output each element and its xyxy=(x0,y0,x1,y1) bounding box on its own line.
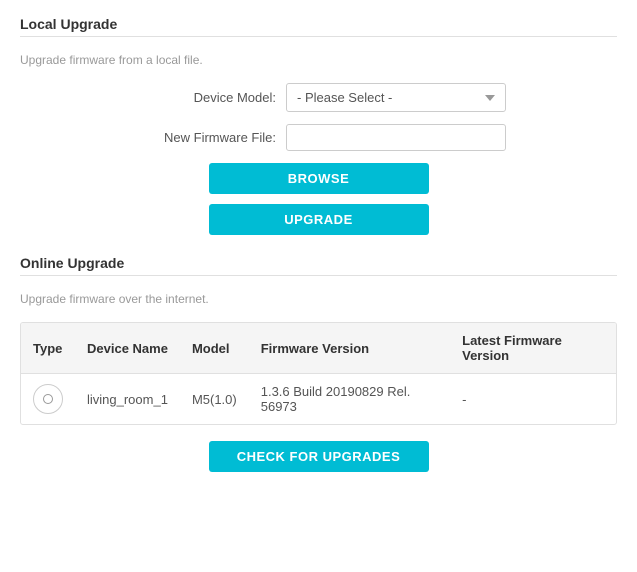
cell-latest-firmware: - xyxy=(450,374,616,425)
page-container: Local Upgrade Upgrade firmware from a lo… xyxy=(0,0,637,496)
firmware-file-row: New Firmware File: xyxy=(20,124,617,151)
local-upgrade-title: Local Upgrade xyxy=(20,16,617,32)
col-type: Type xyxy=(21,323,75,374)
cell-device-name: living_room_1 xyxy=(75,374,180,425)
firmware-file-wrapper xyxy=(286,124,506,151)
cell-model: M5(1.0) xyxy=(180,374,249,425)
device-model-wrapper: - Please Select - xyxy=(286,83,506,112)
browse-button[interactable]: BROWSE xyxy=(209,163,429,194)
cell-type xyxy=(21,374,75,425)
check-upgrades-button[interactable]: CHECK FOR UPGRADES xyxy=(209,441,429,472)
device-icon-inner xyxy=(43,394,53,404)
local-upgrade-section: Local Upgrade Upgrade firmware from a lo… xyxy=(20,16,617,235)
device-model-row: Device Model: - Please Select - xyxy=(20,83,617,112)
online-upgrade-section: Online Upgrade Upgrade firmware over the… xyxy=(20,255,617,472)
cell-firmware-version: 1.3.6 Build 20190829 Rel. 56973 xyxy=(249,374,450,425)
col-model: Model xyxy=(180,323,249,374)
table-body: living_room_1 M5(1.0) 1.3.6 Build 201908… xyxy=(21,374,616,425)
online-upgrade-title: Online Upgrade xyxy=(20,255,617,271)
table-header-row: Type Device Name Model Firmware Version … xyxy=(21,323,616,374)
local-upgrade-desc: Upgrade firmware from a local file. xyxy=(20,53,617,67)
firmware-file-input[interactable] xyxy=(286,124,506,151)
browse-button-row: BROWSE xyxy=(20,163,617,194)
col-device-name: Device Name xyxy=(75,323,180,374)
upgrade-table-wrapper: Type Device Name Model Firmware Version … xyxy=(20,322,617,425)
firmware-file-label: New Firmware File: xyxy=(131,130,276,145)
col-latest-firmware: Latest Firmware Version xyxy=(450,323,616,374)
online-upgrade-desc: Upgrade firmware over the internet. xyxy=(20,292,617,306)
table-header: Type Device Name Model Firmware Version … xyxy=(21,323,616,374)
local-divider xyxy=(20,36,617,37)
upgrade-table: Type Device Name Model Firmware Version … xyxy=(21,323,616,424)
device-model-select[interactable]: - Please Select - xyxy=(286,83,506,112)
device-type-icon xyxy=(33,384,63,414)
device-model-label: Device Model: xyxy=(131,90,276,105)
online-divider xyxy=(20,275,617,276)
upgrade-button[interactable]: UPGRADE xyxy=(209,204,429,235)
col-firmware-version: Firmware Version xyxy=(249,323,450,374)
upgrade-button-row: UPGRADE xyxy=(20,204,617,235)
check-upgrades-row: CHECK FOR UPGRADES xyxy=(20,441,617,472)
table-row: living_room_1 M5(1.0) 1.3.6 Build 201908… xyxy=(21,374,616,425)
